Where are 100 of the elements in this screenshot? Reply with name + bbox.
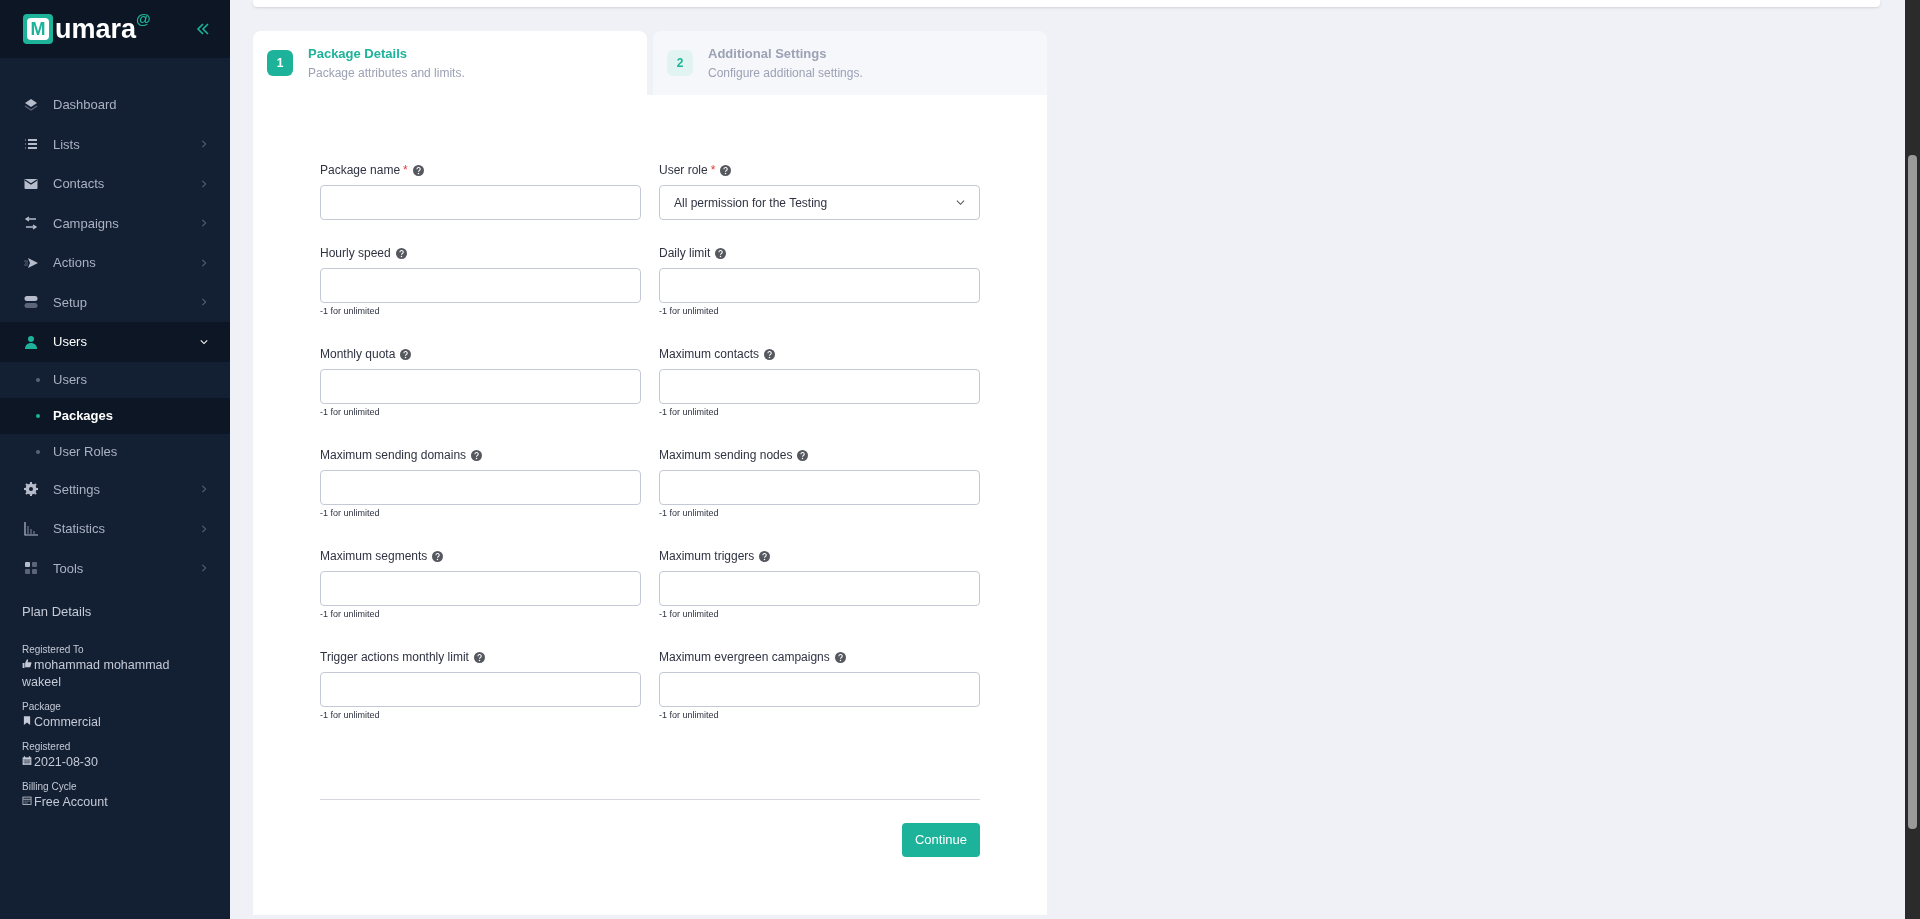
help-icon[interactable]: [471, 449, 483, 461]
nav-item[interactable]: Users: [0, 322, 230, 362]
field-label: Maximum contacts: [659, 346, 760, 363]
chevron-icon: [200, 564, 208, 573]
plan-value: 2021-08-30: [22, 753, 202, 771]
step-number: 2: [667, 50, 693, 76]
bullet-icon: [36, 377, 40, 382]
step-number: 1: [267, 50, 293, 76]
plan-value: Free Account: [22, 793, 202, 811]
field-label: Maximum sending nodes: [659, 447, 793, 464]
chevron-icon: [956, 198, 965, 207]
field-label: Daily limit: [659, 245, 711, 262]
required-mark: *: [403, 162, 408, 179]
nav-item[interactable]: Actions: [0, 243, 230, 283]
scrollbar[interactable]: [1905, 0, 1920, 919]
grid-icon: [23, 560, 39, 577]
plan-label: Billing Cycle: [22, 779, 78, 794]
bullet-icon: [36, 449, 40, 454]
help-icon[interactable]: [797, 449, 809, 461]
calendar-icon: [22, 755, 32, 767]
calendar-icon: [22, 795, 32, 807]
help-icon[interactable]: [412, 164, 424, 176]
help-icon[interactable]: [395, 247, 407, 259]
field-label: Maximum sending domains: [320, 447, 467, 464]
arrows-icon: [23, 215, 39, 232]
layers-icon: [23, 96, 39, 113]
plan-label: Registered: [22, 739, 72, 754]
chevron-icon: [200, 485, 208, 494]
step-subtitle: Configure additional settings.: [708, 64, 863, 82]
nav-item[interactable]: Dashboard: [0, 85, 230, 125]
chevron-icon: [200, 140, 208, 149]
submenu-item[interactable]: Users: [0, 361, 230, 398]
help-icon[interactable]: [759, 550, 771, 562]
field-label: Maximum segments: [320, 548, 428, 565]
submenu-item[interactable]: Packages: [0, 397, 230, 434]
bullet-icon: [36, 413, 40, 418]
logo-badge: M: [23, 14, 53, 44]
field-label: Hourly speed: [320, 245, 391, 262]
input-field[interactable]: [659, 470, 980, 505]
chevron-icon: [200, 179, 208, 188]
field-hint: -1 for unlimited: [659, 507, 719, 520]
nav-item[interactable]: Lists: [0, 124, 230, 164]
plan-label: Registered To: [22, 642, 85, 657]
input-field[interactable]: [659, 369, 980, 404]
input-field[interactable]: [659, 672, 980, 707]
collapse-icon[interactable]: [196, 23, 210, 35]
field-label: User role: [659, 162, 708, 179]
help-icon[interactable]: [834, 651, 846, 663]
input-field[interactable]: [320, 672, 641, 707]
nav-item[interactable]: Campaigns: [0, 203, 230, 243]
input-field[interactable]: [320, 185, 641, 220]
chevron-icon: [200, 219, 208, 228]
input-field[interactable]: [320, 470, 641, 505]
nav-item[interactable]: Statistics: [0, 509, 230, 549]
bookmark-icon: [22, 715, 32, 727]
chevron-icon: [200, 337, 208, 346]
help-icon[interactable]: [764, 348, 776, 360]
nav-item[interactable]: Settings: [0, 469, 230, 509]
step-title: Package Details: [308, 45, 408, 64]
step-title: Additional Settings: [708, 45, 828, 64]
field-label: Monthly quota: [320, 346, 396, 363]
help-icon[interactable]: [715, 247, 727, 259]
help-icon[interactable]: [432, 550, 444, 562]
logo-text: umara: [55, 14, 137, 44]
field-label: Maximum triggers: [659, 548, 755, 565]
plan-label: Package: [22, 699, 62, 714]
help-icon[interactable]: [720, 164, 732, 176]
input-field[interactable]: [320, 571, 641, 606]
thumbs-up-icon: [22, 658, 32, 670]
nav-item[interactable]: Contacts: [0, 164, 230, 204]
select-field[interactable]: All permission for the Testing: [659, 185, 980, 220]
input-field[interactable]: [659, 571, 980, 606]
plan-title: Plan Details: [22, 603, 93, 621]
chevron-icon: [200, 258, 208, 267]
required-mark: *: [710, 162, 716, 179]
field-hint: -1 for unlimited: [320, 406, 380, 419]
field-hint: -1 for unlimited: [320, 507, 380, 520]
field-hint: -1 for unlimited: [320, 608, 380, 621]
input-field[interactable]: [320, 268, 641, 303]
user-icon: [23, 333, 39, 350]
field-hint: -1 for unlimited: [320, 709, 380, 722]
field-hint: -1 for unlimited: [659, 608, 719, 621]
help-icon[interactable]: [400, 348, 412, 360]
field-hint: -1 for unlimited: [659, 406, 719, 419]
field-label: Trigger actions monthly limit: [320, 649, 469, 666]
bar-chart-icon: [23, 520, 39, 537]
chevron-icon: [200, 298, 208, 307]
field-hint: -1 for unlimited: [659, 709, 719, 722]
field-label: Maximum evergreen campaigns: [659, 649, 830, 666]
chevron-icon: [200, 524, 208, 533]
plan-value: mohammad mohammad wakeel: [22, 656, 171, 691]
submenu-item[interactable]: User Roles: [0, 433, 230, 470]
nav-item[interactable]: Setup: [0, 282, 230, 322]
help-icon[interactable]: [473, 651, 485, 663]
input-field[interactable]: [320, 369, 641, 404]
toggles-icon: [23, 294, 39, 311]
nav-item[interactable]: Tools: [0, 548, 230, 588]
field-hint: -1 for unlimited: [320, 305, 380, 318]
input-field[interactable]: [659, 268, 980, 303]
gear-icon: [23, 481, 39, 498]
